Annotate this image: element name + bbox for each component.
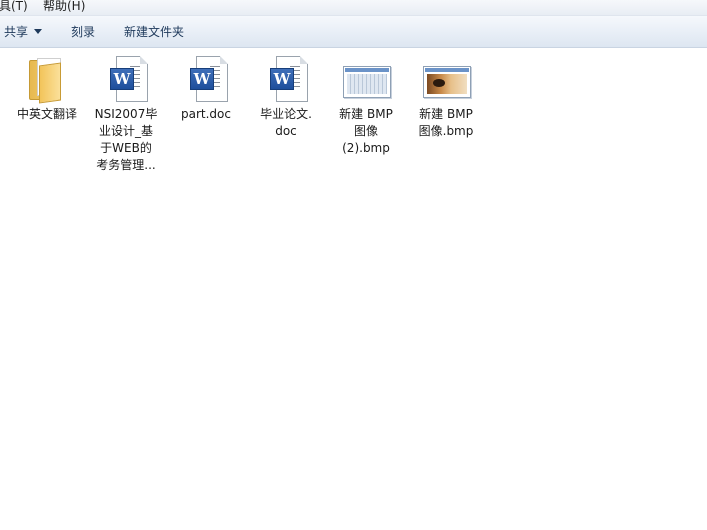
menu-bar: 具(T) 帮助(H) [0, 0, 707, 16]
file-item-folder[interactable]: 中英文翻译 [9, 54, 85, 123]
bmp-thumbnail-icon [342, 54, 391, 102]
share-button[interactable]: 共享 [4, 24, 43, 40]
folder-icon [23, 54, 71, 104]
share-label: 共享 [4, 25, 29, 39]
burn-button[interactable]: 刻录 [71, 24, 95, 40]
explorer-window: 具(T) 帮助(H) 共享 刻录 新建文件夹 中英文翻译 W NSI2007毕 … [0, 0, 707, 530]
file-item-bmp[interactable]: 新建 BMP 图像 (2).bmp [328, 54, 404, 157]
file-item-doc[interactable]: W 毕业论文. doc [248, 54, 324, 140]
file-item-doc[interactable]: W NSI2007毕 业设计_基 于WEB的 考务管理... [88, 54, 164, 174]
menu-help[interactable]: 帮助(H) [43, 0, 85, 14]
word-doc-icon: W [262, 54, 310, 102]
file-name: 毕业论文. doc [260, 107, 312, 138]
file-name: 新建 BMP 图像.bmp [418, 107, 474, 138]
file-name: 新建 BMP 图像 (2).bmp [339, 107, 393, 155]
chevron-down-icon [34, 29, 43, 34]
file-name: NSI2007毕 业设计_基 于WEB的 考务管理... [94, 107, 158, 172]
menu-tools[interactable]: 具(T) [0, 0, 28, 14]
command-toolbar: 共享 刻录 新建文件夹 [0, 16, 707, 48]
file-item-bmp[interactable]: 新建 BMP 图像.bmp [408, 54, 484, 140]
file-item-doc[interactable]: W part.doc [168, 54, 244, 123]
file-name: part.doc [181, 107, 231, 121]
word-doc-icon: W [182, 54, 230, 102]
file-list-area[interactable]: 中英文翻译 W NSI2007毕 业设计_基 于WEB的 考务管理... W p… [0, 48, 707, 530]
word-doc-icon: W [102, 54, 150, 102]
bmp-thumbnail-icon [422, 54, 471, 102]
burn-label: 刻录 [71, 25, 96, 39]
new-folder-button[interactable]: 新建文件夹 [124, 24, 184, 40]
new-folder-label: 新建文件夹 [124, 25, 185, 39]
file-name: 中英文翻译 [16, 107, 77, 121]
